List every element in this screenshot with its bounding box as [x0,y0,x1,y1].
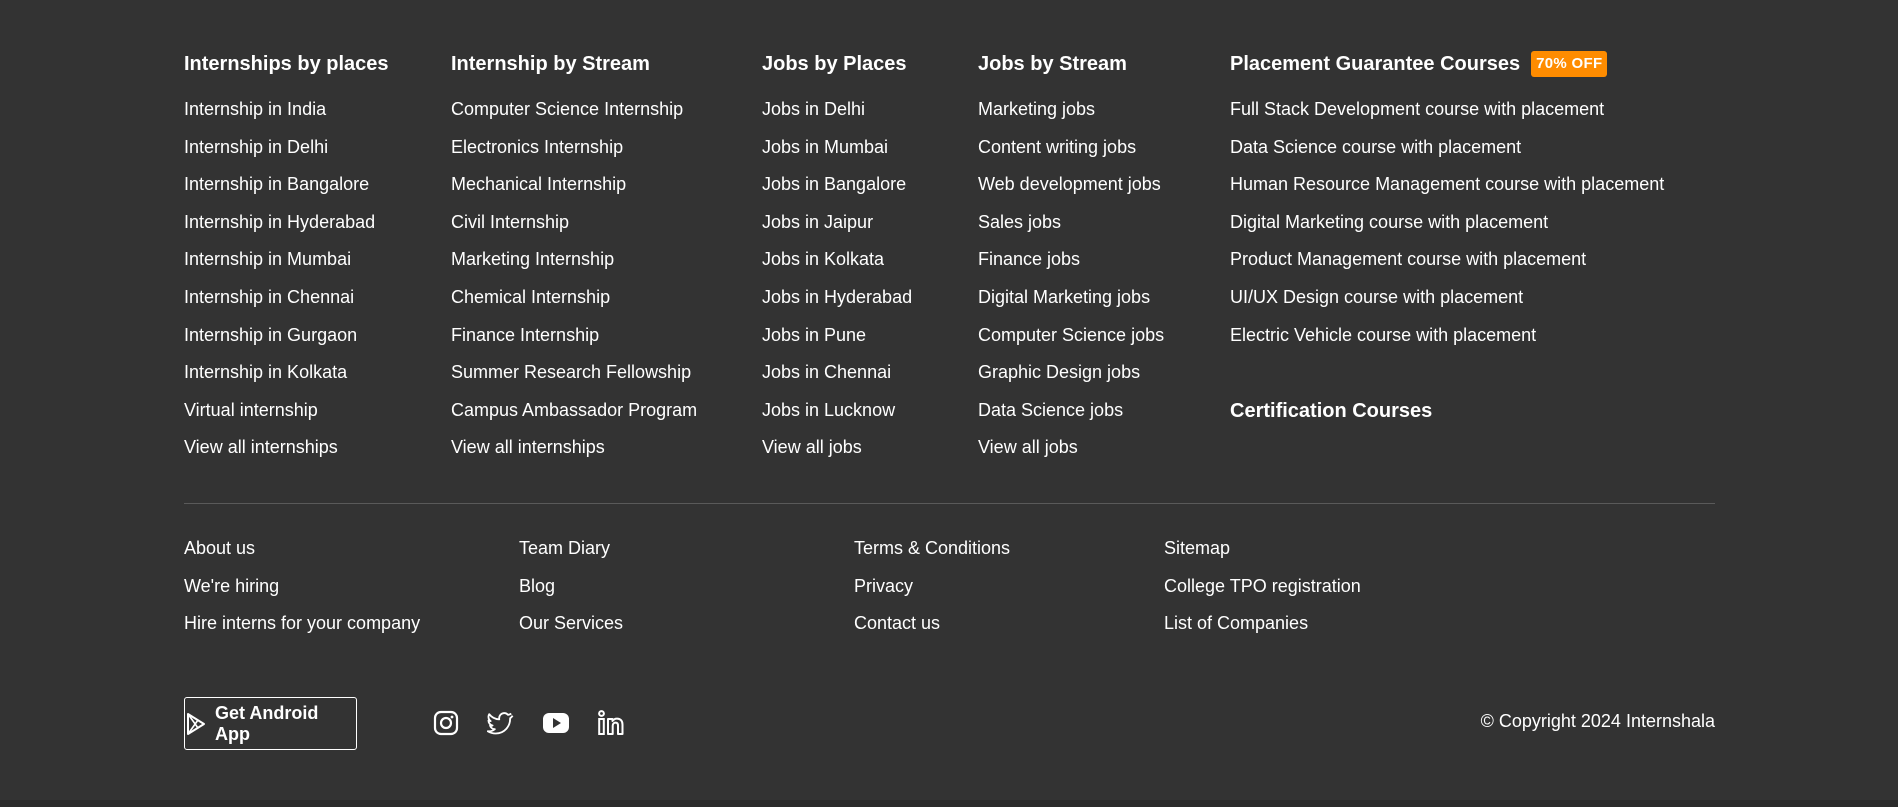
get-android-app-button[interactable]: Get Android App [184,697,357,750]
footer-link[interactable]: Internship in India [184,99,326,119]
footer-link[interactable]: Sitemap [1164,536,1361,574]
column-heading: Internships by places [184,53,389,75]
footer-link[interactable]: Data Science jobs [978,400,1123,420]
footer-link[interactable]: Privacy [854,574,1010,612]
column-internships-by-places: Internships by places Internship in Indi… [184,50,389,473]
footer-link[interactable]: We're hiring [184,574,420,612]
footer-link[interactable]: Finance jobs [978,249,1080,269]
android-app-label: Get Android App [215,702,319,744]
link-list: Full Stack Development course with place… [1230,97,1664,360]
footer-link[interactable]: Internship in Gurgaon [184,325,357,345]
column-jobs-by-places: Jobs by Places Jobs in Delhi Jobs in Mum… [762,50,912,473]
instagram-icon[interactable] [432,709,460,737]
column-placement-guarantee-courses: Placement Guarantee Courses 70% OFF Full… [1230,50,1664,360]
footer-link[interactable]: Data Science course with placement [1230,137,1521,157]
footer-link[interactable]: View all jobs [978,437,1078,457]
footer-link[interactable]: Jobs in Chennai [762,362,891,382]
footer-link[interactable]: Digital Marketing jobs [978,287,1150,307]
footer-link[interactable]: Jobs in Mumbai [762,137,888,157]
footer-link[interactable]: Electronics Internship [451,137,623,157]
youtube-icon[interactable] [542,709,570,737]
footer-link[interactable]: College TPO registration [1164,574,1361,612]
bottom-links-company: About us We're hiring Hire interns for y… [184,536,420,649]
column-internship-by-stream: Internship by Stream Computer Science In… [451,50,697,473]
linkedin-icon[interactable] [597,709,625,737]
footer-link[interactable]: Jobs in Kolkata [762,249,884,269]
site-footer: Internships by places Internship in Indi… [0,0,1898,800]
footer-link[interactable]: Computer Science jobs [978,325,1164,345]
footer-link[interactable]: Internship in Mumbai [184,249,351,269]
footer-link[interactable]: Virtual internship [184,400,318,420]
footer-link[interactable]: Computer Science Internship [451,99,683,119]
footer-link[interactable]: UI/UX Design course with placement [1230,287,1523,307]
copyright-text: © Copyright 2024 Internshala [1480,711,1715,731]
certification-courses-heading[interactable]: Certification Courses [1230,400,1432,423]
footer-link[interactable]: Sales jobs [978,212,1061,232]
footer-link[interactable]: Chemical Internship [451,287,610,307]
column-heading-text: Placement Guarantee Courses [1230,53,1521,75]
link-list: Jobs in Delhi Jobs in Mumbai Jobs in Ban… [762,97,912,473]
footer-link[interactable]: Human Resource Management course with pl… [1230,174,1664,194]
column-heading: Jobs by Places [762,53,907,75]
footer-link[interactable]: Digital Marketing course with placement [1230,212,1548,232]
footer-link[interactable]: Contact us [854,611,1010,649]
footer-link[interactable]: Web development jobs [978,174,1161,194]
footer-link[interactable]: Finance Internship [451,325,599,345]
footer-link[interactable]: Marketing jobs [978,99,1095,119]
footer-link[interactable]: Internship in Kolkata [184,362,347,382]
footer-link[interactable]: About us [184,536,420,574]
twitter-icon[interactable] [487,709,515,737]
footer-link[interactable]: Jobs in Lucknow [762,400,895,420]
footer-link[interactable]: Jobs in Hyderabad [762,287,912,307]
footer-link[interactable]: Jobs in Bangalore [762,174,906,194]
footer-link[interactable]: Our Services [519,611,623,649]
footer-link[interactable]: Civil Internship [451,212,569,232]
footer-link[interactable]: View all jobs [762,437,862,457]
link-list: Computer Science Internship Electronics … [451,97,697,473]
column-heading: Internship by Stream [451,53,650,75]
footer-link[interactable]: Graphic Design jobs [978,362,1140,382]
footer-link[interactable]: Content writing jobs [978,137,1136,157]
footer-link[interactable]: View all internships [451,437,605,457]
footer-link[interactable]: Product Management course with placement [1230,249,1586,269]
discount-badge: 70% OFF [1531,51,1608,77]
footer-link[interactable]: Jobs in Pune [762,325,866,345]
footer-link[interactable]: List of Companies [1164,611,1361,649]
footer-link[interactable]: Electric Vehicle course with placement [1230,325,1536,345]
footer-link[interactable]: Mechanical Internship [451,174,626,194]
bottom-links-misc: Sitemap College TPO registration List of… [1164,536,1361,649]
footer-link[interactable]: Terms & Conditions [854,536,1010,574]
footer-link[interactable]: Team Diary [519,536,623,574]
footer-link[interactable]: Hire interns for your company [184,611,420,649]
footer-link[interactable]: Internship in Hyderabad [184,212,375,232]
footer-link[interactable]: View all internships [184,437,338,457]
footer-divider [184,503,1715,504]
column-heading: Jobs by Stream [978,53,1127,75]
bottom-links-legal: Terms & Conditions Privacy Contact us [854,536,1010,649]
column-jobs-by-stream: Jobs by Stream Marketing jobs Content wr… [978,50,1164,473]
footer-link[interactable]: Marketing Internship [451,249,614,269]
play-store-icon [185,712,207,736]
footer-link[interactable]: Internship in Delhi [184,137,328,157]
footer-link[interactable]: Campus Ambassador Program [451,400,697,420]
footer-link[interactable]: Internship in Bangalore [184,174,369,194]
footer-link[interactable]: Full Stack Development course with place… [1230,99,1604,119]
link-list: Internship in India Internship in Delhi … [184,97,389,473]
column-heading: Placement Guarantee Courses 70% OFF [1230,50,1664,78]
bottom-strip [0,800,1898,807]
footer-link[interactable]: Blog [519,574,623,612]
bottom-links-content: Team Diary Blog Our Services [519,536,623,649]
footer-link[interactable]: Jobs in Delhi [762,99,865,119]
footer-link[interactable]: Jobs in Jaipur [762,212,873,232]
link-list: Marketing jobs Content writing jobs Web … [978,97,1164,473]
footer-link[interactable]: Internship in Chennai [184,287,354,307]
footer-link[interactable]: Summer Research Fellowship [451,362,691,382]
